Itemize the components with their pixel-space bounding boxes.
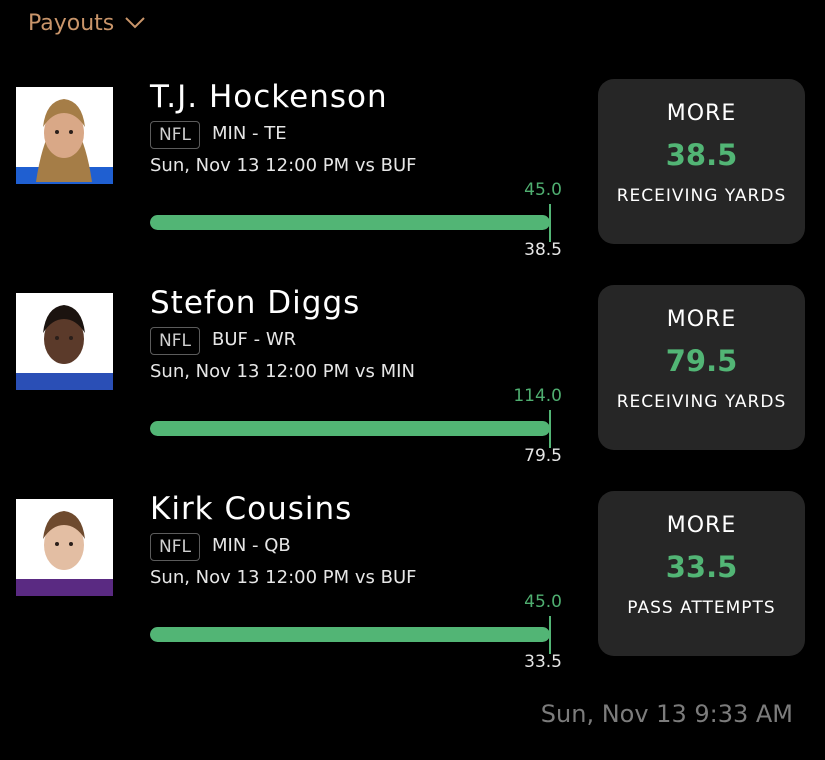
projection-card[interactable]: MORE 38.5 RECEIVING YARDS — [598, 79, 805, 244]
pick-row: Stefon Diggs NFL BUF - WR Sun, Nov 13 12… — [0, 285, 825, 490]
direction-label: MORE — [666, 101, 737, 126]
stat-type: RECEIVING YARDS — [616, 186, 787, 206]
league-badge: NFL — [150, 533, 200, 561]
payouts-dropdown[interactable]: Payouts — [28, 8, 146, 38]
game-info: Sun, Nov 13 12:00 PM vs MIN — [150, 361, 415, 382]
direction-label: MORE — [666, 513, 737, 538]
line-value: 33.5 — [524, 652, 562, 672]
direction-label: MORE — [666, 307, 737, 332]
team-position: MIN - QB — [212, 535, 291, 556]
player-name: Stefon Diggs — [150, 285, 361, 321]
progress-fill — [150, 421, 550, 436]
progress-bar — [150, 421, 550, 436]
payouts-label: Payouts — [28, 10, 115, 36]
line-marker — [549, 410, 551, 448]
projection-card[interactable]: MORE 79.5 RECEIVING YARDS — [598, 285, 805, 450]
chevron-down-icon — [125, 17, 145, 29]
team-position: BUF - WR — [212, 329, 297, 350]
game-info: Sun, Nov 13 12:00 PM vs BUF — [150, 567, 417, 588]
player-avatar — [16, 87, 113, 184]
player-name: T.J. Hockenson — [150, 79, 388, 115]
line-marker — [549, 204, 551, 242]
actual-value: 114.0 — [513, 386, 562, 406]
pick-row: Kirk Cousins NFL MIN - QB Sun, Nov 13 12… — [0, 491, 825, 696]
progress-bar — [150, 627, 550, 642]
projection-value: 38.5 — [665, 138, 738, 172]
pick-row: T.J. Hockenson NFL MIN - TE Sun, Nov 13 … — [0, 79, 825, 284]
line-value: 38.5 — [524, 240, 562, 260]
line-marker — [549, 616, 551, 654]
timestamp: Sun, Nov 13 9:33 AM — [540, 700, 793, 728]
line-value: 79.5 — [524, 446, 562, 466]
league-badge: NFL — [150, 327, 200, 355]
projection-value: 33.5 — [665, 550, 738, 584]
progress-fill — [150, 215, 550, 230]
game-info: Sun, Nov 13 12:00 PM vs BUF — [150, 155, 417, 176]
player-name: Kirk Cousins — [150, 491, 353, 527]
actual-value: 45.0 — [524, 180, 562, 200]
progress-bar — [150, 215, 550, 230]
team-position: MIN - TE — [212, 123, 287, 144]
projection-value: 79.5 — [665, 344, 738, 378]
stat-type: PASS ATTEMPTS — [627, 598, 776, 618]
progress-fill — [150, 627, 550, 642]
stat-type: RECEIVING YARDS — [616, 392, 787, 412]
actual-value: 45.0 — [524, 592, 562, 612]
player-avatar — [16, 293, 113, 390]
projection-card[interactable]: MORE 33.5 PASS ATTEMPTS — [598, 491, 805, 656]
player-avatar — [16, 499, 113, 596]
league-badge: NFL — [150, 121, 200, 149]
